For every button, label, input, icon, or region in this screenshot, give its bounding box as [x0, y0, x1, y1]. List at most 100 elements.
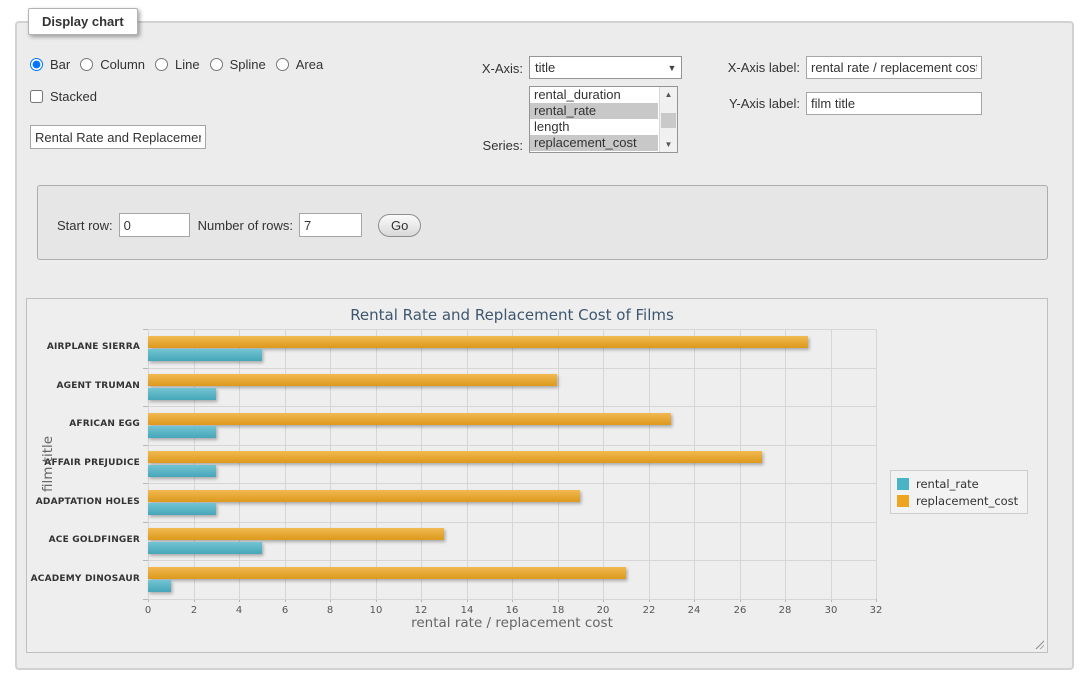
gridline-v — [239, 329, 240, 599]
chart-type-radios: Bar Column Line Spline Area — [30, 56, 329, 72]
series-list-label: Series: — [423, 138, 523, 153]
chart-title: Rental Rate and Replacement Cost of Film… — [148, 306, 876, 324]
go-button[interactable]: Go — [378, 214, 421, 237]
gridline-h — [148, 445, 876, 446]
y-axis-tick — [143, 483, 148, 484]
gridline-v — [694, 329, 695, 599]
x-axis-select-label: X-Axis: — [423, 61, 523, 76]
legend-label: replacement_cost — [916, 494, 1018, 508]
series-option-replacement-cost[interactable]: replacement_cost — [530, 135, 658, 151]
series-option-length[interactable]: length — [530, 119, 658, 135]
num-rows-input[interactable] — [299, 213, 362, 237]
gridline-h — [148, 560, 876, 561]
chart-legend: rental_rate replacement_cost — [890, 470, 1028, 514]
series-multiselect[interactable]: rental_duration rental_rate length repla… — [529, 86, 678, 153]
category-label: ACADEMY DINOSAUR — [27, 574, 140, 584]
radio-bar[interactable] — [30, 58, 43, 71]
bar-replacement_cost[interactable] — [148, 490, 580, 502]
series-option-rental-duration[interactable]: rental_duration — [530, 87, 658, 103]
scrollbar-thumb[interactable] — [661, 113, 676, 128]
scroll-up-icon[interactable]: ▲ — [660, 87, 677, 102]
stacked-checkbox[interactable] — [30, 90, 43, 103]
gridline-v — [558, 329, 559, 599]
x-axis-tick — [876, 599, 877, 602]
x-axis-select-value: title — [530, 60, 663, 75]
gridline-v — [330, 329, 331, 599]
stacked-row: Stacked — [30, 88, 97, 104]
radio-area-label[interactable]: Area — [296, 57, 323, 72]
gridline-v — [285, 329, 286, 599]
bar-rental_rate[interactable] — [148, 465, 216, 477]
y-axis-tick — [143, 522, 148, 523]
gridline-v — [831, 329, 832, 599]
radio-column-label[interactable]: Column — [100, 57, 145, 72]
series-option-rental-rate[interactable]: rental_rate — [530, 103, 658, 119]
radio-column[interactable] — [80, 58, 93, 71]
gridline-h — [148, 406, 876, 407]
y-axis-title: film title — [40, 364, 56, 564]
legend-label: rental_rate — [916, 477, 979, 491]
radio-spline[interactable] — [210, 58, 223, 71]
bar-replacement_cost[interactable] — [148, 451, 762, 463]
y-axis-tick — [143, 368, 148, 369]
num-rows-label: Number of rows: — [198, 218, 293, 233]
chart-container: Rental Rate and Replacement Cost of Film… — [26, 298, 1048, 653]
scroll-down-icon[interactable]: ▼ — [660, 137, 677, 152]
y-axis-tick — [143, 599, 148, 600]
bar-rental_rate[interactable] — [148, 349, 262, 361]
y-axis-tick — [143, 445, 148, 446]
gridline-h — [148, 368, 876, 369]
bar-replacement_cost[interactable] — [148, 567, 626, 579]
gridline-v — [376, 329, 377, 599]
legend-item[interactable]: replacement_cost — [897, 492, 1018, 509]
y-axis-tick — [143, 329, 148, 330]
gridline-v — [467, 329, 468, 599]
resize-handle-icon[interactable] — [1034, 639, 1044, 649]
fieldset-legend: Display chart — [28, 8, 138, 35]
legend-swatch-replacement_cost — [897, 495, 909, 507]
x-axis-select[interactable]: title ▼ — [529, 56, 682, 79]
bar-rental_rate[interactable] — [148, 388, 216, 400]
radio-line-label[interactable]: Line — [175, 57, 200, 72]
legend-item[interactable]: rental_rate — [897, 475, 1018, 492]
gridline-h — [148, 483, 876, 484]
plot-area: 02468101214161820222426283032AIRPLANE SI… — [148, 329, 876, 599]
gridline-v — [603, 329, 604, 599]
y-axis-label-input[interactable] — [806, 92, 982, 115]
gridline-v — [876, 329, 877, 599]
gridline-h — [148, 599, 876, 600]
gridline-v — [785, 329, 786, 599]
gridline-h — [148, 329, 876, 330]
gridline-v — [421, 329, 422, 599]
radio-bar-label[interactable]: Bar — [50, 57, 70, 72]
radio-area[interactable] — [276, 58, 289, 71]
radio-line[interactable] — [155, 58, 168, 71]
bar-rental_rate[interactable] — [148, 503, 216, 515]
gridline-v — [512, 329, 513, 599]
start-row-label: Start row: — [57, 218, 113, 233]
bar-rental_rate[interactable] — [148, 542, 262, 554]
bar-replacement_cost[interactable] — [148, 336, 808, 348]
bar-rental_rate[interactable] — [148, 426, 216, 438]
radio-spline-label[interactable]: Spline — [230, 57, 266, 72]
legend-swatch-rental_rate — [897, 478, 909, 490]
row-range-box: Start row: Number of rows: Go — [37, 185, 1048, 260]
bar-rental_rate[interactable] — [148, 580, 171, 592]
series-scrollbar[interactable]: ▲ ▼ — [659, 87, 677, 152]
x-axis-title: rental rate / replacement cost — [148, 615, 876, 631]
stacked-label[interactable]: Stacked — [50, 89, 97, 104]
x-axis-label-input[interactable] — [806, 56, 982, 79]
bar-replacement_cost[interactable] — [148, 374, 557, 386]
gridline-v — [740, 329, 741, 599]
page: Display chart Bar Column Line Spline Are… — [0, 0, 1081, 681]
chevron-down-icon: ▼ — [663, 63, 681, 73]
gridline-h — [148, 522, 876, 523]
y-axis-label-label: Y-Axis label: — [700, 96, 800, 111]
row-range-form: Start row: Number of rows: Go — [57, 212, 421, 238]
y-axis-tick — [143, 406, 148, 407]
bar-replacement_cost[interactable] — [148, 528, 444, 540]
start-row-input[interactable] — [119, 213, 190, 237]
bar-replacement_cost[interactable] — [148, 413, 671, 425]
category-label: AIRPLANE SIERRA — [27, 342, 140, 352]
chart-title-input[interactable] — [30, 125, 206, 149]
